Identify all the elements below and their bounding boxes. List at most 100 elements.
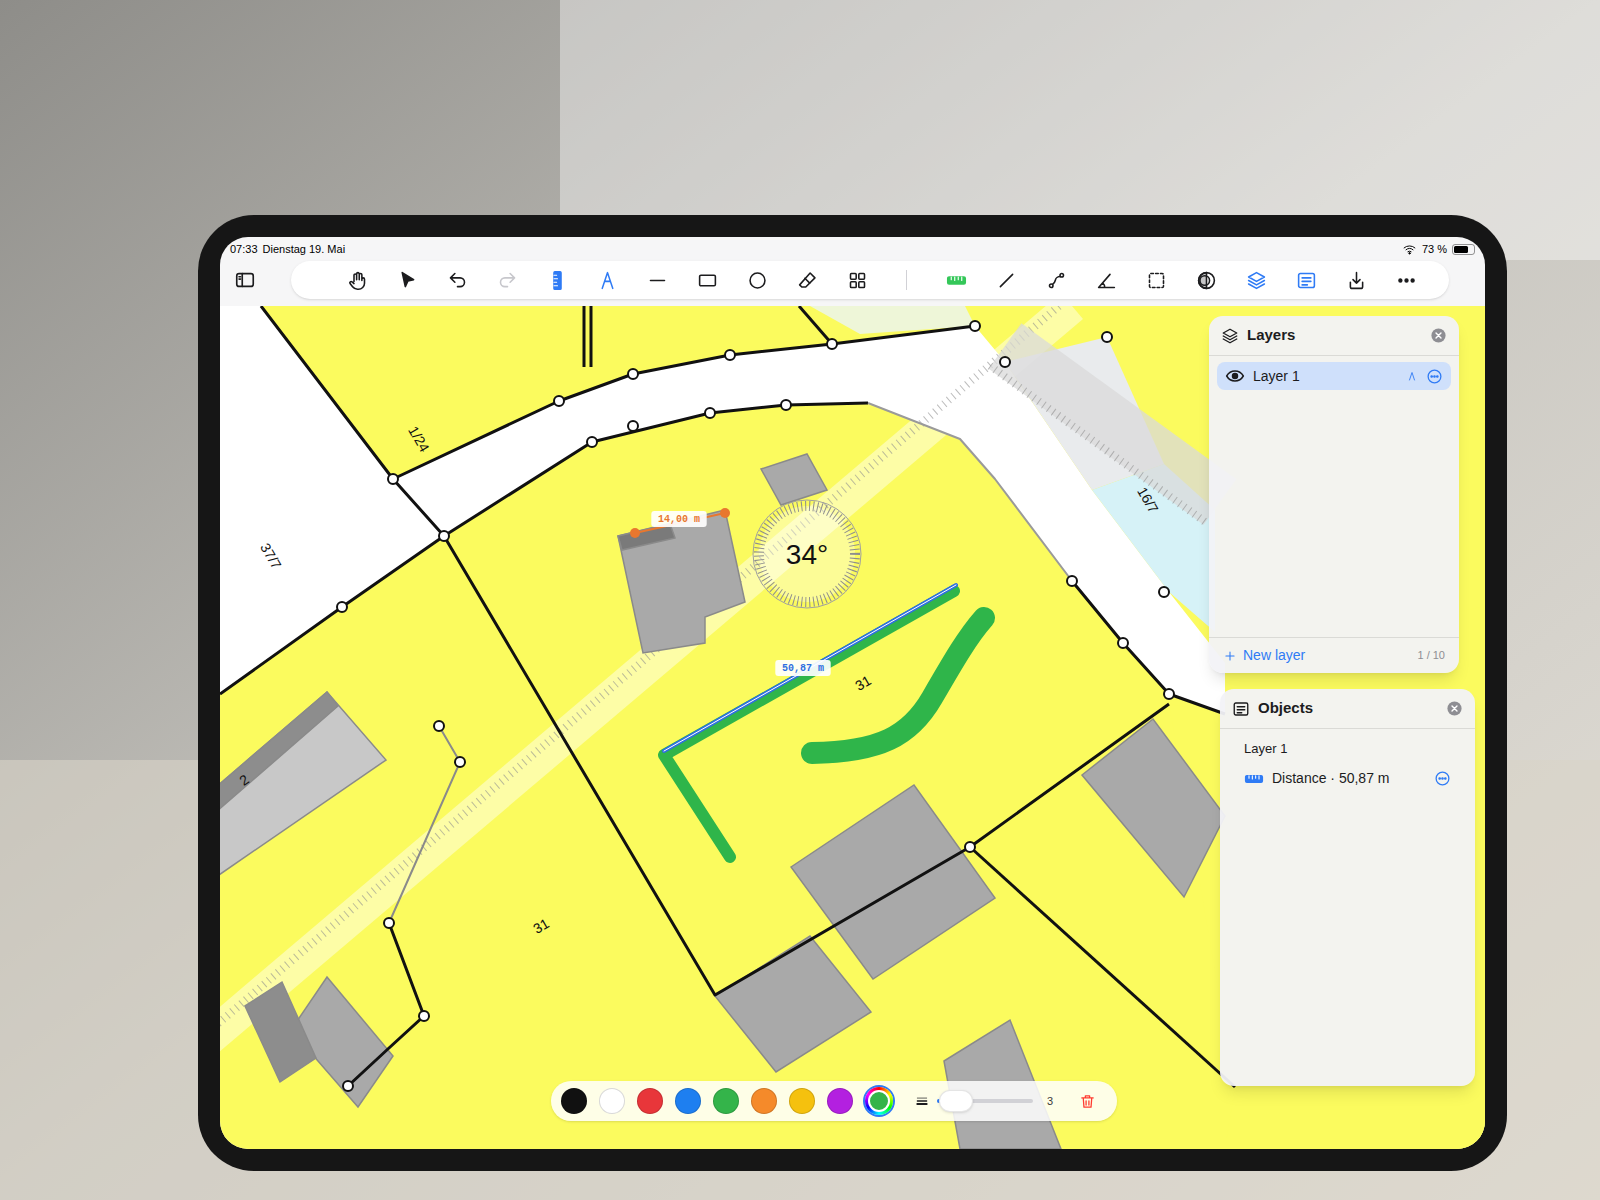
eye-icon[interactable] [1225,366,1245,386]
objects-icon [1232,700,1250,718]
stroke-slider-knob[interactable] [939,1090,973,1112]
ruler-vertical-icon [547,270,568,291]
angle-dial[interactable] [753,500,861,608]
angle-icon [1096,270,1117,291]
new-layer-button[interactable]: New layer [1223,645,1305,666]
pointer-icon [397,270,418,291]
more-icon [1396,270,1417,291]
sidebar-icon[interactable] [234,269,256,291]
map-labels: 1/2437/716/73131214,00 m50,87 m34° [236,423,1162,937]
parcel-label: 16/7 [1134,484,1162,516]
stroke-slider[interactable] [937,1099,1033,1103]
buildings [220,454,1225,1149]
status-right: 73 % [1402,241,1475,258]
clock: 07:33 [230,241,258,258]
pen-icon [597,270,618,291]
tool-button[interactable] [1086,264,1126,296]
trash-icon[interactable] [1079,1093,1096,1110]
layer-count: 1 / 10 [1417,647,1445,664]
close-icon[interactable] [1430,327,1447,344]
tool-button[interactable] [1186,264,1226,296]
color-swatch[interactable] [789,1088,815,1114]
white-areas [220,306,1485,1149]
measurement-label[interactable]: 14,00 m [651,511,706,527]
layers-icon [1221,327,1239,345]
tool-button[interactable] [1286,264,1326,296]
object-row[interactable]: Distance · 50,87 m [1232,767,1463,791]
color-swatch[interactable] [713,1088,739,1114]
tool-button[interactable] [637,264,677,296]
custom-color-fill [868,1090,890,1112]
layers-list: Layer 1 [1209,356,1459,637]
mask-icon [1196,270,1217,291]
tool-button[interactable] [1386,264,1426,296]
hand-icon [347,270,368,291]
stroke-width-control: 3 [915,1093,1053,1110]
tool-button [487,264,527,296]
objects-panel: Objects Layer 1 Distance · 50,87 m [1220,689,1475,1086]
object-group-title: Layer 1 [1232,739,1463,759]
screen: 07:33Dienstag 19. Mai 73 % [220,237,1485,1149]
angle-reading: 34° [786,539,828,570]
tool-button[interactable] [787,264,827,296]
path-icon [1046,270,1067,291]
color-swatch[interactable] [637,1088,663,1114]
measurement-label[interactable]: 50,87 m [775,660,830,676]
parcel-label: 2 [236,771,252,789]
parcel-label: 31 [852,672,874,694]
color-palette: 3 [551,1081,1117,1121]
vertex-points[interactable] [337,321,1174,1091]
color-swatch[interactable] [561,1088,587,1114]
tool-button[interactable] [1236,264,1276,296]
tool-button[interactable] [737,264,777,296]
export-icon [1346,270,1367,291]
close-icon[interactable] [1446,700,1463,717]
tool-button[interactable] [537,264,577,296]
objects-header: Objects [1220,689,1475,729]
plus-icon [1223,649,1237,663]
color-swatch[interactable] [599,1088,625,1114]
custom-color-swatch[interactable] [865,1087,893,1115]
wifi-icon [1402,243,1417,256]
battery-icon [1452,244,1475,255]
tool-button[interactable] [687,264,727,296]
small-measure[interactable] [630,508,730,538]
tool-button[interactable] [1336,264,1376,296]
layers-title: Layers [1247,324,1295,347]
ruler-icon [1244,769,1264,789]
tool-button[interactable] [587,264,627,296]
object-label: Distance · 50,87 m [1272,768,1390,789]
status-left: 07:33Dienstag 19. Mai [230,241,345,258]
measurement-text: 14,00 m [658,514,700,525]
layers-panel: Layers Layer 1 New layer 1 / 10 [1209,316,1459,673]
objects-title: Objects [1258,697,1313,720]
parcel-label: 37/7 [257,540,285,572]
color-swatch[interactable] [751,1088,777,1114]
tool-button[interactable] [337,264,377,296]
parcel-lines [220,306,1235,1087]
color-swatch[interactable] [675,1088,701,1114]
tool-button[interactable] [837,264,877,296]
object-group: Layer 1 Distance · 50,87 m [1220,729,1475,791]
undo-icon [447,270,468,291]
layer-row[interactable]: Layer 1 [1217,362,1451,390]
status-bar: 07:33Dienstag 19. Mai 73 % [220,237,1485,259]
tool-button[interactable] [936,264,976,296]
tool-button[interactable] [986,264,1026,296]
color-swatch[interactable] [827,1088,853,1114]
tool-button[interactable] [437,264,477,296]
more-icon[interactable] [1426,368,1443,385]
stroke-value: 3 [1047,1093,1053,1110]
stroke-width-icon [915,1094,929,1108]
sketch-strokes[interactable] [664,585,984,857]
pen-icon [1406,370,1418,382]
measure-ruler-icon [946,270,967,291]
tool-button[interactable] [387,264,427,296]
tool-button[interactable] [1136,264,1176,296]
more-icon[interactable] [1434,770,1451,787]
toolbar-separator [906,270,907,290]
tool-button[interactable] [1036,264,1076,296]
battery-fill [1454,246,1468,253]
measurement-text: 50,87 m [782,663,824,674]
selection-icon [1146,270,1167,291]
